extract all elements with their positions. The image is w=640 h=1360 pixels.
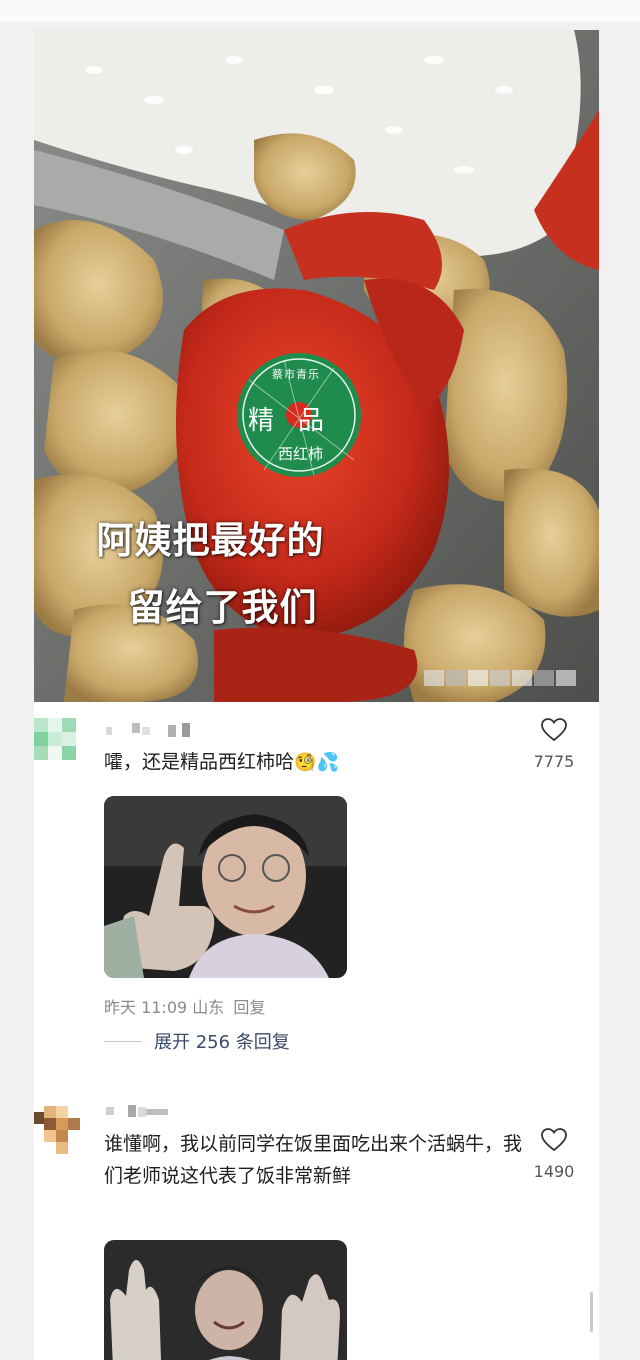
comment-text: 谁懂啊，我以前同学在饭里面吃出来个活蜗牛，我们老师说这代表了饭非常新鲜 <box>104 1133 523 1187</box>
avatar[interactable] <box>34 1098 86 1158</box>
divider <box>104 1040 142 1042</box>
comment-meta: 昨天 11:09 山东 回复 <box>104 994 265 1018</box>
comment-image[interactable] <box>104 1240 347 1360</box>
expand-replies[interactable]: 展开 256 条回复 <box>104 1028 290 1054</box>
like-button[interactable]: 1490 <box>519 1128 589 1181</box>
photo-caption-line-1: 阿姨把最好的 <box>96 519 325 562</box>
status-strip <box>0 0 640 22</box>
reply-link[interactable]: 回复 <box>233 998 265 1017</box>
comment-item: 嚯，还是精品西红柿哈🧐💦 7775 昨天 11:09 山东 回复 展开 256 … <box>34 702 599 1082</box>
comment-time: 昨天 11:09 <box>104 998 188 1017</box>
username-blurred <box>106 722 192 737</box>
sticker-arc-text: 蔡市青乐 <box>272 368 320 381</box>
thumbs-up-photo <box>104 796 347 978</box>
comment-item: 谁懂啊，我以前同学在饭里面吃出来个活蜗牛，我们老师说这代表了饭非常新鲜 1490 <box>34 1090 599 1360</box>
comment-image[interactable] <box>104 796 347 978</box>
avatar[interactable] <box>34 716 86 768</box>
comment-text: 嚯，还是精品西红柿哈🧐💦 <box>104 746 524 779</box>
like-count: 7775 <box>533 752 575 771</box>
emoji-face: 🧐 <box>294 752 317 773</box>
scrollbar[interactable] <box>590 1292 593 1332</box>
comment-location: 山东 <box>192 998 225 1017</box>
expand-replies-label: 展开 256 条回复 <box>154 1032 290 1053</box>
like-count: 1490 <box>533 1162 575 1181</box>
sticker-bottom-text: 西红柿 <box>278 445 324 463</box>
food-photo[interactable]: 蔡市青乐 精品 西红柿 阿姨把最好的 留给了我们 <box>34 30 599 702</box>
emoji-sweat: 💦 <box>316 752 339 773</box>
avatar-mosaic <box>34 716 86 768</box>
like-button[interactable]: 7775 <box>519 718 589 771</box>
heart-icon <box>541 1128 567 1152</box>
avatar-mosaic <box>34 1098 86 1158</box>
photo-caption-line-2: 留给了我们 <box>127 586 318 629</box>
comment-text-content: 嚯，还是精品西红柿哈 <box>104 751 295 773</box>
sticker-center-text: 精品 <box>248 406 349 436</box>
heart-icon <box>541 718 567 742</box>
waving-hands-photo <box>104 1240 347 1360</box>
post-card: 蔡市青乐 精品 西红柿 阿姨把最好的 留给了我们 嚯，还是精品西红柿哈🧐💦 77… <box>34 30 599 1360</box>
username-blurred <box>106 1102 192 1117</box>
